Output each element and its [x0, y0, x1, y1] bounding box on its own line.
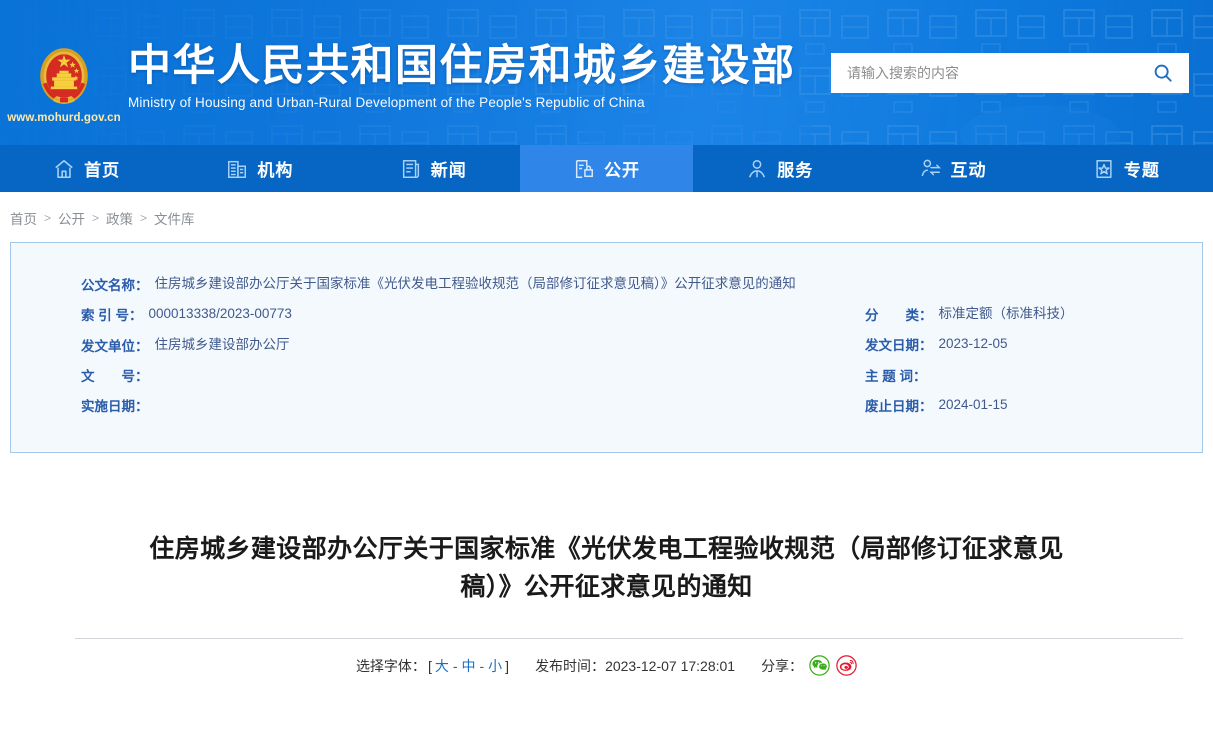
search-box[interactable]	[831, 52, 1189, 93]
nav-item-interaction[interactable]: 互动	[866, 145, 1039, 192]
metadata-value: 2024-01-15	[938, 396, 1008, 412]
metadata-row-document-number: 文 号：	[11, 360, 801, 390]
breadcrumb-item-policy[interactable]: 政策	[106, 208, 133, 228]
metadata-row-issue-date: 发文日期： 2023-12-05	[801, 329, 1202, 359]
font-size-separator: -	[452, 657, 458, 674]
bracket-open: [	[427, 657, 432, 674]
share-label: 分享：	[761, 657, 804, 674]
nav-item-open[interactable]: 公开	[519, 145, 694, 192]
metadata-label: 索 引 号：	[81, 308, 143, 324]
nav-label: 公开	[603, 161, 640, 180]
breadcrumb-separator: >	[92, 211, 100, 225]
article-meta-bar: 选择字体： [ 大 - 中 - 小 ] 发布时间：2023-12-07 17:2…	[130, 639, 1083, 676]
metadata-row-category: 分 类： 标准定额（标准科技）	[801, 299, 1202, 329]
site-url: www.mohurd.gov.cn	[7, 112, 121, 124]
breadcrumb-separator: >	[140, 211, 148, 225]
metadata-label: 发文单位：	[81, 338, 149, 354]
article-card: 住房城乡建设部办公厅关于国家标准《光伏发电工程验收规范（局部修订征求意见稿）》公…	[10, 489, 1203, 676]
metadata-row-abolish-date: 废止日期： 2024-01-15	[801, 390, 1202, 420]
nav-item-news[interactable]: 新闻	[347, 145, 520, 192]
metadata-label: 实施日期：	[81, 398, 149, 414]
nav-item-organization[interactable]: 机构	[173, 145, 346, 192]
weibo-share-icon[interactable]	[836, 655, 857, 676]
metadata-label: 文 号：	[81, 368, 149, 384]
metadata-column-right: 分 类： 标准定额（标准科技） 发文日期： 2023-12-05 主 题 词： …	[801, 269, 1202, 420]
metadata-value: 000013338/2023-00773	[148, 306, 292, 322]
breadcrumb: 首页 > 公开 > 政策 > 文件库	[0, 192, 1213, 242]
share-block: 分享：	[761, 655, 857, 676]
metadata-row-effective-date: 实施日期：	[11, 390, 801, 420]
search-icon	[1154, 64, 1172, 82]
metadata-value: 标准定额（标准科技）	[938, 306, 1074, 321]
breadcrumb-item-home[interactable]: 首页	[10, 208, 37, 228]
font-size-separator: -	[479, 657, 485, 674]
metadata-value: 2023-12-05	[938, 336, 1008, 352]
document-metadata-panel: 公文名称： 住房城乡建设部办公厅关于国家标准《光伏发电工程验收规范（局部修订征求…	[10, 242, 1203, 453]
nav-label: 机构	[257, 161, 294, 180]
nav-label: 新闻	[430, 161, 467, 180]
nav-item-topic[interactable]: 专题	[1040, 145, 1213, 192]
service-person-icon	[746, 158, 768, 180]
search-block	[831, 52, 1189, 93]
bracket-close: ]	[505, 657, 510, 674]
breadcrumb-item-open[interactable]: 公开	[58, 208, 85, 228]
metadata-label: 主 题 词：	[865, 368, 927, 384]
metadata-label: 废止日期：	[865, 398, 933, 414]
emblem-block: www.mohurd.gov.cn	[0, 0, 128, 145]
font-size-large-button[interactable]: 大	[434, 656, 450, 676]
metadata-row-issuing-unit: 发文单位： 住房城乡建设部办公厅	[11, 330, 801, 360]
main-navigation[interactable]: 首页 机构 新闻 公开 服务 互动 专题	[0, 145, 1213, 192]
metadata-value: 住房城乡建设部办公厅关于国家标准《光伏发电工程验收规范（局部修订征求意见稿）》公…	[154, 276, 796, 291]
metadata-column-left: 公文名称： 住房城乡建设部办公厅关于国家标准《光伏发电工程验收规范（局部修订征求…	[11, 269, 801, 420]
metadata-row-doc-name: 公文名称： 住房城乡建设部办公厅关于国家标准《光伏发电工程验收规范（局部修订征求…	[11, 269, 801, 299]
site-title-en: Ministry of Housing and Urban-Rural Deve…	[128, 95, 645, 111]
nav-item-service[interactable]: 服务	[693, 145, 866, 192]
metadata-label: 分 类：	[865, 308, 933, 323]
metadata-label: 公文名称：	[81, 278, 149, 293]
site-title-cn: 中华人民共和国住房和城乡建设部	[128, 41, 796, 90]
metadata-row-keywords: 主 题 词：	[801, 360, 1202, 390]
site-title-block: 中华人民共和国住房和城乡建设部 Ministry of Housing and …	[128, 41, 796, 111]
publish-time-block: 发布时间：2023-12-07 17:28:01	[535, 656, 735, 676]
nav-item-home[interactable]: 首页	[0, 145, 173, 192]
font-size-selector[interactable]: 选择字体： [ 大 - 中 - 小 ]	[356, 656, 509, 676]
star-topic-icon	[1093, 158, 1115, 180]
search-input[interactable]	[847, 52, 1143, 93]
nav-label: 互动	[950, 161, 987, 180]
metadata-row-index-number: 索 引 号： 000013338/2023-00773	[11, 299, 801, 329]
metadata-value: 住房城乡建设部办公厅	[154, 336, 290, 352]
publish-time-value: 2023-12-07 17:28:01	[605, 657, 736, 674]
home-icon	[53, 158, 75, 180]
news-icon	[400, 158, 422, 180]
font-size-medium-button[interactable]: 中	[461, 656, 477, 676]
article-title: 住房城乡建设部办公厅关于国家标准《光伏发电工程验收规范（局部修订征求意见稿）》公…	[149, 535, 1064, 601]
breadcrumb-separator: >	[44, 211, 52, 225]
nav-label: 服务	[777, 161, 814, 180]
interaction-exchange-icon	[920, 158, 942, 180]
site-header: www.mohurd.gov.cn 中华人民共和国住房和城乡建设部 Minist…	[0, 0, 1213, 145]
wechat-share-icon[interactable]	[809, 655, 830, 676]
metadata-label: 发文日期：	[865, 338, 933, 354]
font-size-label: 选择字体：	[355, 657, 426, 674]
font-size-small-button[interactable]: 小	[487, 656, 503, 676]
search-button[interactable]	[1143, 54, 1183, 92]
building-icon	[226, 158, 248, 180]
china-national-emblem-icon	[40, 48, 88, 104]
nav-label: 专题	[1123, 161, 1160, 180]
open-document-lock-icon	[573, 158, 595, 180]
breadcrumb-item-document-library[interactable]: 文件库	[154, 208, 195, 228]
nav-label: 首页	[84, 161, 121, 180]
publish-time-label: 发布时间：	[535, 657, 606, 674]
